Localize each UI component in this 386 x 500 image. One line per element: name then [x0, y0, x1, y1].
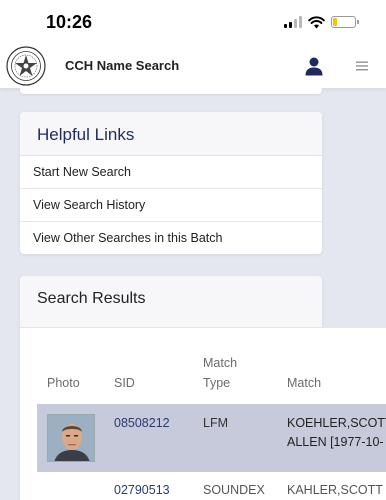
status-time: 10:26: [46, 12, 93, 32]
wifi-icon: [308, 15, 325, 28]
results-table: Photo SID Match Type Match 08508212 LFM …: [20, 328, 386, 500]
column-header-match[interactable]: Match: [287, 373, 321, 393]
person-photo: [47, 414, 95, 462]
match-name-value: KOEHLER,SCOTT: [287, 416, 386, 430]
match-type-value: SOUNDEX: [203, 483, 265, 497]
battery-icon: [331, 16, 359, 28]
cellular-signal-icon: [284, 16, 302, 28]
start-new-search-link[interactable]: Start New Search: [20, 156, 322, 189]
helpful-links-title: Helpful Links: [20, 112, 322, 156]
table-row[interactable]: 02790513 SOUNDEX KAHLER,SCOTT: [37, 472, 386, 500]
app-title: CCH Name Search: [65, 58, 180, 73]
table-row[interactable]: 08508212 LFM KOEHLER,SCOTT ALLEN [1977-1…: [37, 404, 386, 472]
match-name-value-line2: ALLEN [1977-10-: [287, 435, 384, 449]
match-type-value: LFM: [203, 416, 228, 430]
helpful-links-card: Helpful Links Start New Search View Sear…: [20, 112, 322, 254]
status-icons: [284, 14, 359, 30]
status-bar: 10:26: [0, 0, 386, 44]
search-results-title: Search Results: [20, 276, 322, 328]
column-header-sid[interactable]: SID: [114, 373, 135, 393]
department-seal-icon: [6, 46, 46, 86]
view-search-history-link[interactable]: View Search History: [20, 189, 322, 222]
view-batch-searches-link[interactable]: View Other Searches in this Batch: [20, 222, 322, 255]
column-header-match-type-line1[interactable]: Match: [203, 353, 237, 373]
match-name-value: KAHLER,SCOTT: [287, 483, 383, 497]
header-card-edge: [20, 88, 322, 94]
column-header-match-type-line2[interactable]: Type: [203, 373, 230, 393]
sid-link[interactable]: 02790513: [114, 480, 170, 500]
hamburger-menu-icon[interactable]: [356, 61, 368, 71]
sid-link[interactable]: 08508212: [114, 413, 170, 433]
mugshot-image-icon: [48, 415, 94, 461]
app-header: CCH Name Search: [0, 44, 386, 88]
column-header-photo: Photo: [47, 376, 80, 390]
user-account-icon[interactable]: [304, 56, 324, 76]
